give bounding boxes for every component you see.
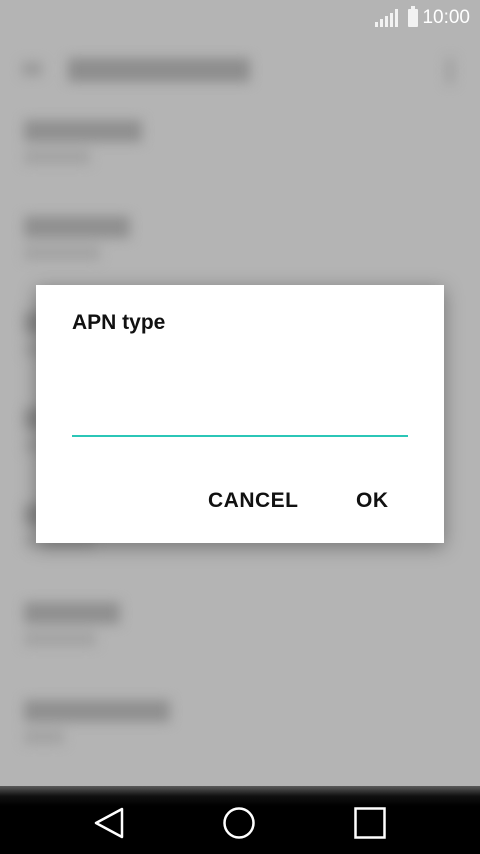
status-clock: 10:00 — [422, 7, 470, 28]
ok-button[interactable]: OK — [356, 489, 389, 513]
dialog-title: APN type — [72, 311, 166, 334]
background-list-item — [24, 216, 444, 276]
recent-apps-icon[interactable] — [353, 806, 387, 840]
background-list-item — [24, 120, 444, 180]
cancel-button[interactable]: CANCEL — [208, 489, 299, 513]
background-back-icon — [22, 62, 42, 76]
status-bar: 10:00 — [0, 0, 480, 36]
signal-icon — [375, 9, 399, 27]
background-title — [68, 58, 250, 82]
background-list-item — [24, 700, 444, 760]
navigation-bar — [0, 786, 480, 854]
background-more-icon — [446, 58, 454, 84]
back-icon[interactable] — [92, 806, 126, 840]
apn-type-input[interactable] — [72, 399, 408, 437]
battery-icon — [408, 6, 419, 27]
background-toolbar — [22, 56, 462, 84]
background-list-item — [24, 602, 444, 662]
apn-type-dialog: APN type CANCEL OK — [36, 285, 444, 543]
home-icon[interactable] — [222, 806, 256, 840]
